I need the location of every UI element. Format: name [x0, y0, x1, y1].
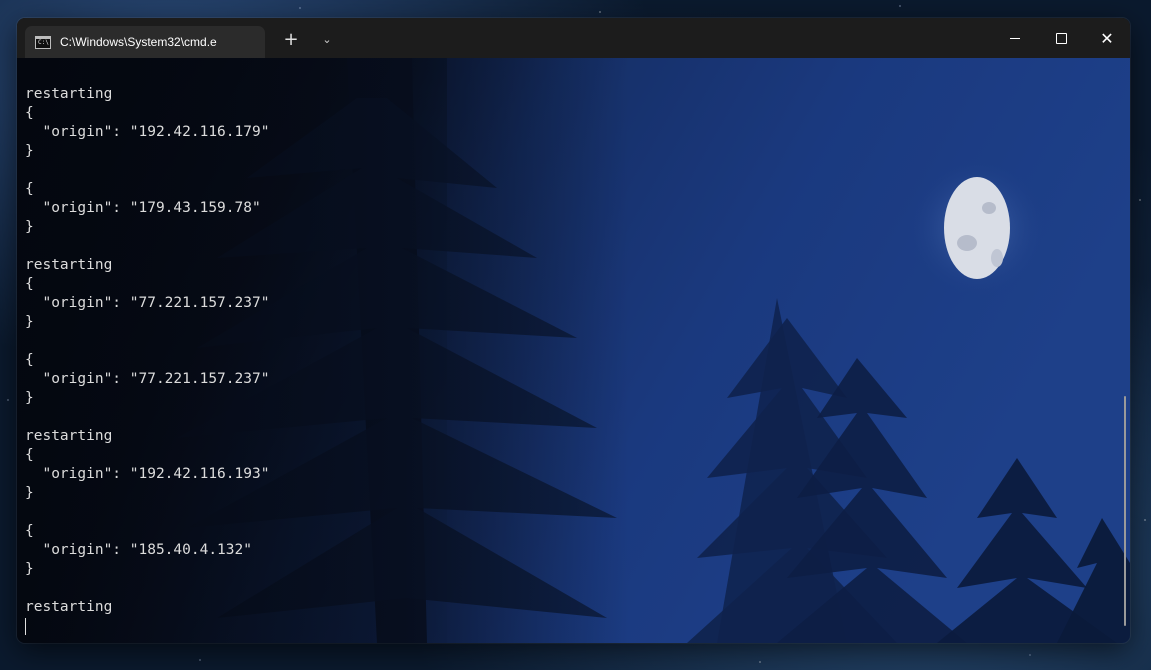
prompt-line[interactable] [25, 617, 269, 636]
output-line: { [25, 105, 34, 121]
terminal-window[interactable]: C:\ C:\Windows\System32\cmd.e ✕ + ⌄ ✕ [17, 18, 1130, 643]
output-line: "origin": "185.40.4.132" [25, 542, 252, 558]
output-line: } [25, 219, 34, 235]
output-line: { [25, 276, 34, 292]
output-line: restarting [25, 86, 113, 102]
output-line: "origin": "179.43.159.78" [25, 200, 261, 216]
output-line: "origin": "77.221.157.237" [25, 371, 270, 387]
scrollbar[interactable] [1124, 396, 1126, 626]
maximize-icon [1055, 32, 1067, 44]
output-line: } [25, 561, 34, 577]
maximize-button[interactable] [1038, 18, 1084, 58]
minimize-icon [1010, 37, 1020, 39]
terminal-pane[interactable]: restarting { "origin": "192.42.116.179" … [17, 58, 1130, 643]
new-tab-button[interactable]: + [279, 28, 303, 52]
minimize-button[interactable] [992, 18, 1038, 58]
output-line: { [25, 181, 34, 197]
output-line: restarting [25, 428, 113, 444]
output-line: } [25, 485, 34, 501]
output-line: "origin": "77.221.157.237" [25, 295, 270, 311]
text-cursor [25, 618, 26, 635]
output-line: { [25, 352, 34, 368]
cmd-icon: C:\ [35, 35, 51, 49]
output-line: "origin": "192.42.116.179" [25, 124, 270, 140]
output-line: { [25, 523, 34, 539]
close-icon: ✕ [1100, 28, 1114, 48]
tab-cmd[interactable]: C:\ C:\Windows\System32\cmd.e ✕ [25, 26, 265, 58]
output-line: "origin": "192.42.116.193" [25, 466, 270, 482]
terminal-output: restarting { "origin": "192.42.116.179" … [25, 85, 269, 636]
close-button[interactable]: ✕ [1084, 18, 1130, 58]
output-line: restarting [25, 257, 113, 273]
chevron-down-icon[interactable]: ⌄ [315, 28, 339, 52]
tab-title: C:\Windows\System32\cmd.e [60, 35, 217, 49]
output-line: } [25, 143, 34, 159]
title-bar[interactable]: C:\ C:\Windows\System32\cmd.e ✕ + ⌄ ✕ [17, 18, 1130, 58]
output-line: } [25, 314, 34, 330]
output-line: } [25, 390, 34, 406]
output-line: { [25, 447, 34, 463]
output-line: restarting [25, 599, 113, 615]
